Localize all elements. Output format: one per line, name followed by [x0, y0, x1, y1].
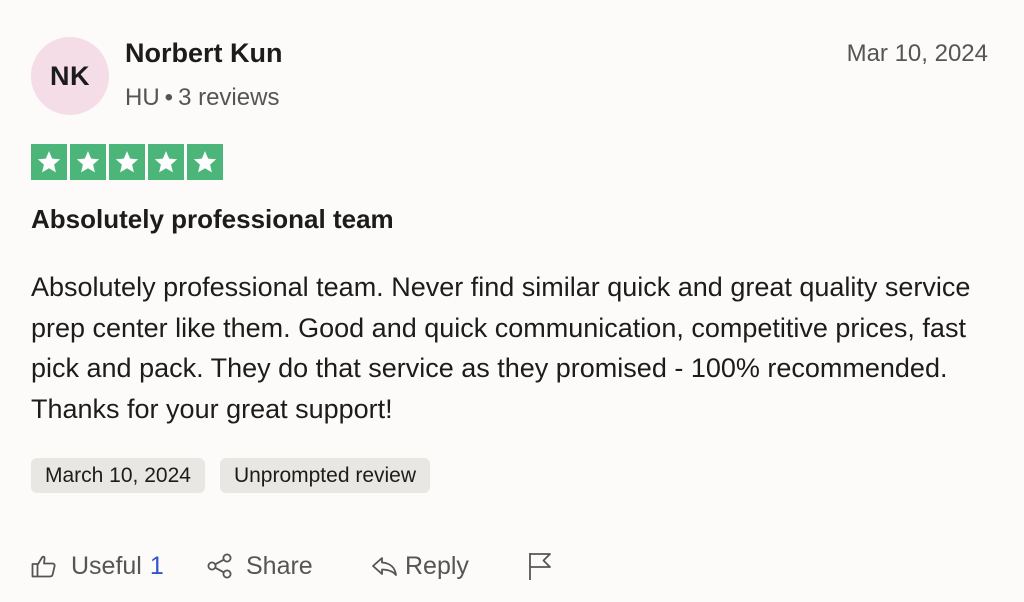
experience-date-badge: March 10, 2024: [31, 458, 205, 493]
useful-count: 1: [149, 551, 164, 580]
star-icon: [70, 144, 106, 180]
useful-label: Useful: [71, 551, 142, 580]
share-label: Share: [246, 551, 313, 580]
avatar[interactable]: NK: [31, 37, 109, 115]
star-icon: [31, 144, 67, 180]
review-type-badge[interactable]: Unprompted review: [219, 458, 431, 493]
star-icon: [109, 144, 145, 180]
review-tags: March 10, 2024 Unprompted review: [31, 458, 431, 493]
review-card: NK Norbert Kun HU • 3 reviews Mar 10, 2024…: [0, 0, 1024, 602]
review-title[interactable]: Absolutely professional team: [31, 204, 394, 235]
review-date: Mar 10, 2024: [846, 40, 988, 67]
review-actions: Useful 1 Share Reply: [31, 546, 591, 586]
star-icon: [148, 144, 184, 180]
star-rating: [31, 144, 223, 180]
avatar-initials: NK: [50, 60, 90, 91]
share-icon: [206, 553, 234, 579]
flag-icon: [527, 550, 553, 582]
share-button[interactable]: Share: [206, 546, 313, 586]
star-icon: [187, 144, 223, 180]
author-review-count: 3 reviews: [178, 84, 280, 111]
report-button[interactable]: [527, 546, 553, 586]
meta-separator: •: [164, 84, 174, 111]
review-body: Absolutely professional team. Never find…: [31, 272, 971, 424]
author-name[interactable]: Norbert Kun: [125, 38, 283, 69]
reply-button[interactable]: Reply: [371, 546, 469, 586]
thumbs-up-icon: [31, 553, 57, 579]
author-country: HU: [125, 84, 160, 111]
reply-label: Reply: [405, 551, 469, 580]
author-meta: HU • 3 reviews: [125, 84, 279, 112]
useful-button[interactable]: Useful 1: [31, 546, 164, 586]
reply-icon: [371, 553, 399, 579]
